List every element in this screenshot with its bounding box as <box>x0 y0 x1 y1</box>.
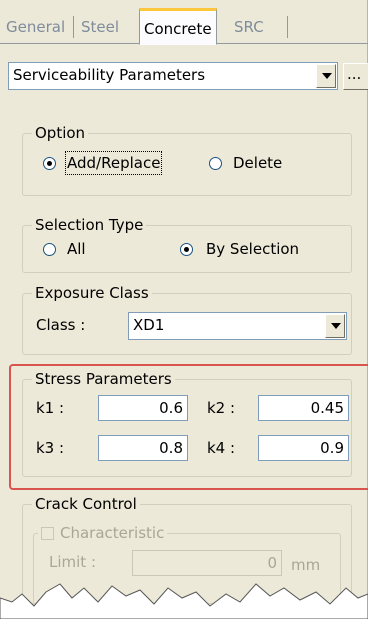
chevron-down-icon <box>331 323 341 329</box>
tab-separator <box>287 16 288 38</box>
crack-control-legend-text: Crack Control <box>35 495 137 513</box>
parameter-type-value: Serviceability Parameters <box>13 66 206 84</box>
highlight-frame <box>9 364 368 490</box>
tab-concrete[interactable]: Concrete <box>139 8 217 45</box>
by-selection-radio[interactable] <box>180 243 193 256</box>
exposure-class-dropdown[interactable]: XD1 <box>128 312 347 340</box>
chevron-down-icon <box>322 73 332 79</box>
crack-control-legend: Crack Control <box>32 494 140 514</box>
option-legend: Option <box>32 123 89 143</box>
all-label[interactable]: All <box>67 239 86 259</box>
tab-src[interactable]: SRC <box>230 12 268 44</box>
add-replace-label[interactable]: Add/Replace <box>64 151 163 175</box>
delete-radio[interactable] <box>209 157 222 170</box>
exposure-class-value: XD1 <box>133 316 165 334</box>
characteristic-label: Characteristic <box>60 524 165 542</box>
by-selection-label[interactable]: By Selection <box>206 239 299 259</box>
class-label: Class : <box>36 316 86 334</box>
tab-general[interactable]: General <box>2 12 69 44</box>
all-radio[interactable] <box>43 243 56 256</box>
design-panel: General Steel Concrete SRC Serviceabilit… <box>0 0 368 619</box>
characteristic-legend: Characteristic <box>38 523 168 543</box>
tab-steel[interactable]: Steel <box>77 12 123 44</box>
exposure-class-group: Exposure Class Class : XD1 <box>22 283 352 355</box>
dropdown-button[interactable] <box>325 314 345 338</box>
more-options-button[interactable]: ... <box>343 63 368 90</box>
tab-separator <box>73 16 74 38</box>
exposure-class-legend: Exposure Class <box>32 283 152 303</box>
characteristic-checkbox[interactable] <box>41 527 54 540</box>
dropdown-button[interactable] <box>316 64 336 88</box>
option-group: Option Add/Replace Delete <box>22 123 352 196</box>
delete-label[interactable]: Delete <box>233 153 282 173</box>
torn-edge <box>0 583 368 619</box>
selection-type-group: Selection Type All By Selection <box>22 215 352 273</box>
tab-strip: General Steel Concrete SRC <box>0 0 368 45</box>
selection-type-legend: Selection Type <box>32 215 147 235</box>
parameter-type-dropdown[interactable]: Serviceability Parameters <box>8 62 338 90</box>
add-replace-radio[interactable] <box>43 157 56 170</box>
